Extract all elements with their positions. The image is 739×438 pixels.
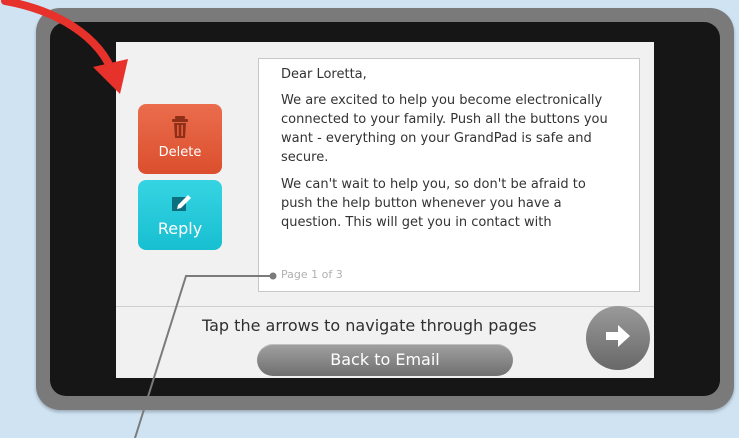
- callout-arrow: [1, 0, 118, 80]
- annotation-overlay: [1, 0, 277, 438]
- callout-arrowhead: [93, 59, 128, 94]
- page-indicator-leader-line: [134, 275, 273, 438]
- leader-dot: [269, 272, 277, 280]
